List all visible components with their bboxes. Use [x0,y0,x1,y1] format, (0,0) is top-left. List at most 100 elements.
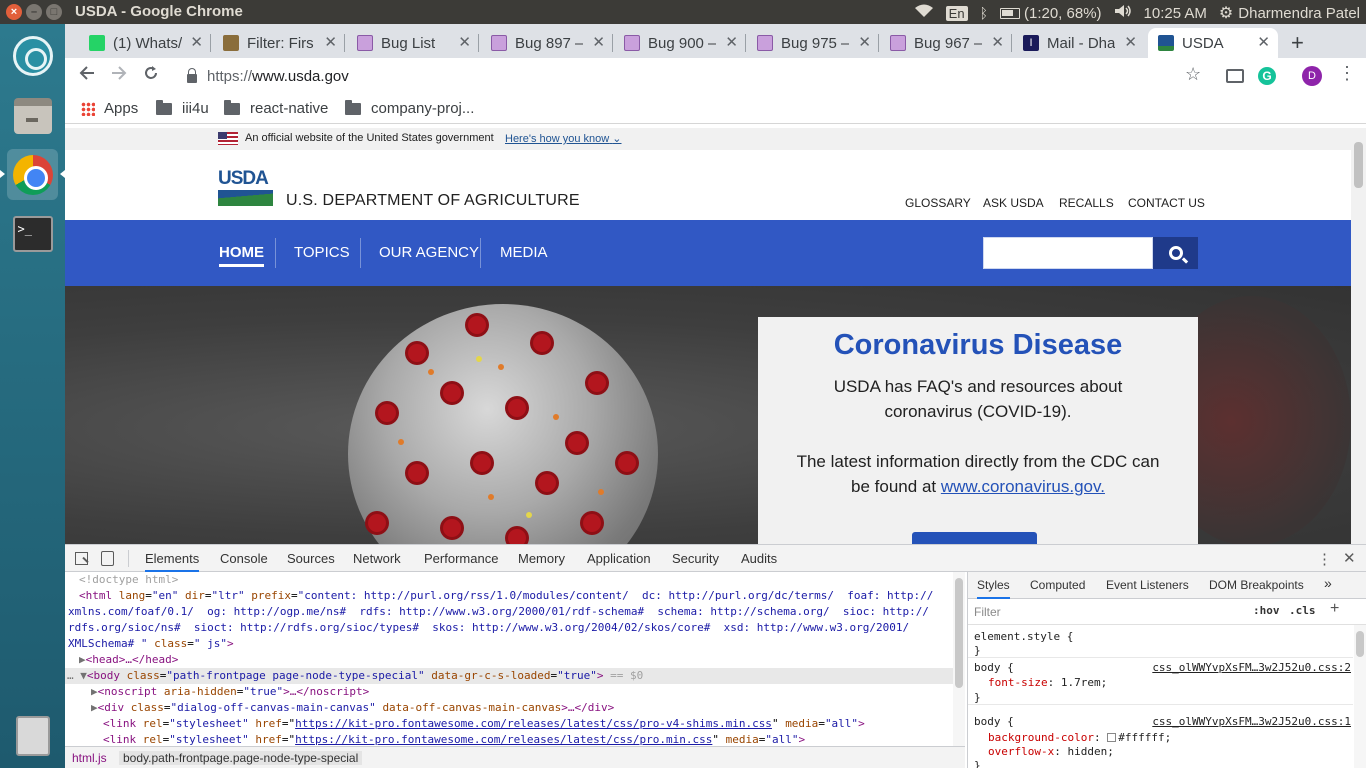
styles-tab-styles[interactable]: Styles [977,578,1010,599]
devtools-menu-icon[interactable]: ⋮ [1317,550,1332,568]
bookmark-folder-iii4u[interactable]: iii4u [156,99,209,117]
devtools-tab-memory[interactable]: Memory [518,551,565,566]
tab-close-icon[interactable]: ✕ [725,33,738,51]
devtools-close-icon[interactable]: ✕ [1343,549,1356,567]
trash-launcher[interactable] [7,710,58,761]
devtools-tab-sources[interactable]: Sources [287,551,335,566]
color-swatch[interactable] [1107,733,1117,742]
ubuntu-dash-button[interactable] [7,30,58,81]
coronavirus-gov-link[interactable]: www.coronavirus.gov. [941,477,1105,496]
styles-tab-dom-breakpoints[interactable]: DOM Breakpoints [1209,578,1304,592]
nav-topics[interactable]: TOPICS [294,244,350,261]
window-minimize-button[interactable]: – [26,4,42,20]
forward-arrow-icon[interactable] [111,65,127,87]
lock-icon[interactable] [187,67,197,83]
style-rule-body-1[interactable]: body { css_olWWYvpXsFM…3w2J52u0.css:2 fo… [968,659,1353,705]
window-maximize-button[interactable]: □ [46,4,62,20]
tab-bug-967[interactable]: Bug 967 – ✕ [890,28,1012,58]
tab-close-icon[interactable]: ✕ [458,33,471,51]
nav-our-agency[interactable]: OUR AGENCY [379,244,479,261]
tab-close-icon[interactable]: ✕ [592,33,605,51]
styles-scrollbar[interactable] [1354,625,1366,768]
dom-node-link[interactable]: <link rel="stylesheet" href="https://kit… [65,732,955,746]
wifi-icon[interactable] [914,4,934,22]
devtools-tab-audits[interactable]: Audits [741,551,777,566]
nav-media[interactable]: MEDIA [500,244,548,261]
styles-tab-computed[interactable]: Computed [1030,578,1085,592]
window-close-button[interactable]: × [6,4,22,20]
tab-close-icon[interactable]: ✕ [1257,33,1270,51]
ask-usda-link[interactable]: ASK USDA [983,196,1044,210]
bookmark-folder-company-proj[interactable]: company-proj... [345,99,474,117]
back-arrow-icon[interactable] [79,65,95,87]
department-name[interactable]: U.S. DEPARTMENT OF AGRICULTURE [286,192,580,210]
bookmark-apps[interactable]: Apps [81,100,138,117]
breadcrumb-html[interactable]: html.js [72,751,107,765]
tab-mail[interactable]: I Mail - Dha ✕ [1023,28,1145,58]
devtools-tab-elements[interactable]: Elements [145,551,200,572]
glossary-link[interactable]: GLOSSARY [905,196,971,210]
dom-tree-scrollbar[interactable] [953,572,965,746]
styles-tab-event-listeners[interactable]: Event Listeners [1106,578,1189,592]
battery-indicator[interactable]: (1:20, 68%) [999,5,1102,22]
devtools-tab-console[interactable]: Console [220,551,268,566]
dom-node-head[interactable]: ▶<head>…</head> [65,652,955,668]
chrome-launcher[interactable] [7,149,58,200]
styles-scrollbar-thumb[interactable] [1356,631,1364,657]
more-tabs-icon[interactable]: » [1324,575,1332,591]
clock[interactable]: 10:25 AM [1144,5,1207,22]
terminal-launcher[interactable]: >_ [7,208,58,259]
tab-bug-975[interactable]: Bug 975 – ✕ [757,28,879,58]
tab-close-icon[interactable]: ✕ [190,33,203,51]
reload-icon[interactable] [143,65,159,87]
dom-node-link[interactable]: <link rel="stylesheet" href="https://kit… [65,716,955,732]
inspect-element-icon[interactable] [75,552,88,565]
style-declaration[interactable]: font-size: 1.7rem; [988,676,1107,690]
devtools-tab-application[interactable]: Application [587,551,651,566]
tab-whatsapp[interactable]: (1) Whats/ ✕ [89,28,211,58]
devtools-tab-security[interactable]: Security [672,551,719,566]
cast-icon[interactable] [1226,69,1244,83]
page-scrollbar[interactable] [1351,128,1366,544]
new-tab-button[interactable]: + [1291,30,1304,56]
tab-close-icon[interactable]: ✕ [858,33,871,51]
tab-close-icon[interactable]: ✕ [324,33,337,51]
devtools-tab-network[interactable]: Network [353,551,401,566]
page-scrollbar-thumb[interactable] [1354,142,1363,188]
dom-node-doctype[interactable]: <!doctype html> [65,572,955,588]
dom-node-noscript[interactable]: ▶<noscript aria-hidden="true">…</noscrip… [65,684,955,700]
styles-filter-input[interactable] [974,603,1242,621]
profile-avatar[interactable]: D [1302,66,1322,86]
dom-node-body-selected[interactable]: … ▼<body class="path-frontpage page-node… [65,668,955,684]
usda-logo[interactable]: USDA [218,168,274,208]
files-launcher[interactable] [7,90,58,141]
tab-filter[interactable]: Filter: Firs ✕ [223,28,345,58]
style-declaration[interactable]: background-color: #ffffff; [988,731,1171,745]
dom-node-div[interactable]: ▶<div class="dialog-off-canvas-main-canv… [65,700,955,716]
tab-close-icon[interactable]: ✕ [991,33,1004,51]
new-style-rule-icon[interactable]: + [1330,600,1339,618]
tab-bug-list[interactable]: Bug List ✕ [357,28,479,58]
site-search-input[interactable] [983,237,1153,269]
hov-toggle[interactable]: :hov [1253,604,1280,617]
cls-toggle[interactable]: .cls [1289,604,1316,617]
dom-node-html[interactable]: <html lang="en" dir="ltr" prefix="conten… [65,588,955,604]
grammarly-icon[interactable]: G [1258,67,1276,85]
rule-source-link[interactable]: css_olWWYvpXsFM…3w2J52u0.css:1 [1152,715,1351,729]
recalls-link[interactable]: RECALLS [1059,196,1114,210]
chrome-menu-icon[interactable]: ⋮ [1338,63,1356,84]
rule-source-link[interactable]: css_olWWYvpXsFM…3w2J52u0.css:2 [1152,661,1351,675]
style-rule-element[interactable]: element.style { } [968,628,1353,658]
bookmark-folder-react-native[interactable]: react-native [224,99,328,117]
address-bar[interactable]: https:// www.usda.gov [175,61,1207,91]
contact-us-link[interactable]: CONTACT US [1128,196,1205,210]
tab-bug-900[interactable]: Bug 900 – ✕ [624,28,746,58]
tab-close-icon[interactable]: ✕ [1124,33,1137,51]
covid-card-button[interactable] [912,532,1037,544]
tab-usda[interactable]: USDA ✕ [1148,28,1278,58]
breadcrumb-body[interactable]: body.path-frontpage.page-node-type-speci… [119,751,363,765]
style-declaration[interactable]: overflow-x: hidden; [988,745,1114,759]
nav-home[interactable]: HOME [219,244,264,267]
devtools-tab-performance[interactable]: Performance [424,551,498,566]
site-search-button[interactable] [1153,237,1198,269]
